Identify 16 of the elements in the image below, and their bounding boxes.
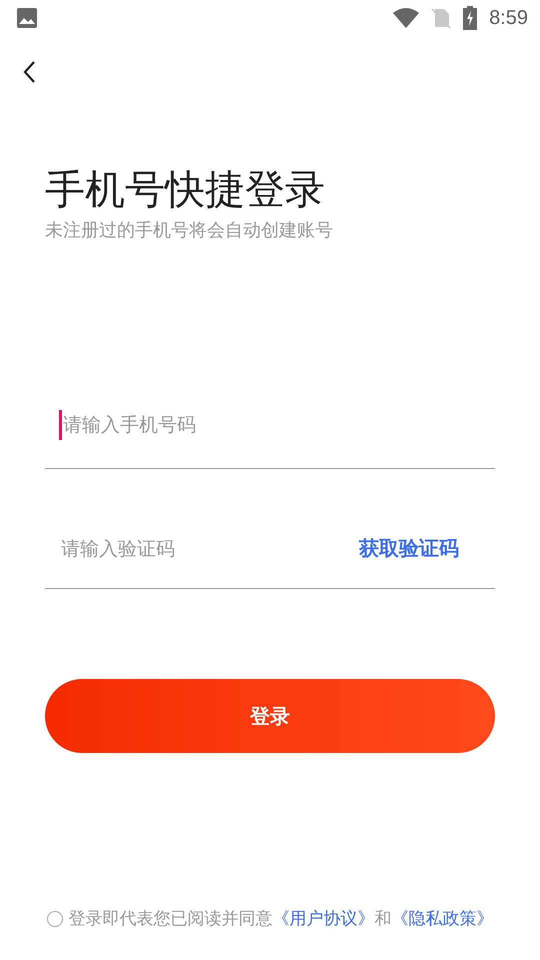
user-agreement-link[interactable]: 《用户协议》: [272, 907, 374, 930]
phone-input-field[interactable]: 请输入手机号码: [61, 413, 459, 437]
battery-charging-icon: [463, 6, 478, 30]
privacy-policy-link[interactable]: 《隐私政策》: [392, 907, 494, 930]
subtitle: 未注册过的手机号将会自动创建账号: [45, 219, 334, 242]
code-input-field[interactable]: 请输入验证码: [59, 536, 359, 560]
image-icon: [16, 7, 38, 29]
agree-radio[interactable]: [46, 910, 62, 926]
login-button[interactable]: 登录: [45, 679, 495, 753]
wifi-icon: [393, 7, 420, 29]
agreement-text: 和: [374, 908, 392, 930]
agreement-text: 登录即代表您已阅读并同意: [68, 908, 272, 930]
get-code-link[interactable]: 获取验证码: [359, 535, 459, 562]
no-sim-icon: [431, 7, 452, 29]
page-title: 手机号快捷登录: [45, 166, 326, 215]
clock-time: 8:59: [489, 6, 528, 30]
